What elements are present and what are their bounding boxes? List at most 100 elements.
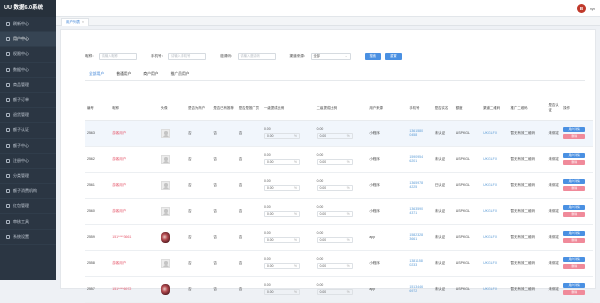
rate-input[interactable]: 0.00%	[316, 289, 353, 296]
percent-icon: %	[346, 134, 350, 138]
column-header: 一级提成比例	[261, 96, 315, 121]
avatar-placeholder-icon	[160, 154, 170, 164]
sidebar-item[interactable]: 额子订单	[0, 93, 56, 109]
rate-input[interactable]: 0.00%	[316, 211, 353, 218]
phone-number: 1590954 6201	[407, 146, 433, 173]
rate-box: 0.00 0.00%	[316, 283, 366, 296]
avatar[interactable]: B	[577, 4, 586, 13]
rate-box: 0.00 0.00%	[263, 205, 313, 218]
sidebar-item-label: 商品管理	[13, 81, 29, 87]
sidebar-item[interactable]: 数据中心	[0, 63, 56, 78]
verify-status: 未绑定	[546, 120, 562, 147]
phone-input[interactable]: 请输入手机号	[168, 53, 207, 60]
sidebar-item-label: 用户中心	[13, 36, 29, 42]
table-row[interactable]: 2563 游客用户否否否 0.00 0.00% 0.00 0.00% 小程序 1361580 …	[85, 120, 593, 147]
rate-input[interactable]: 0.00%	[316, 185, 353, 192]
user-detail-button[interactable]: 用户详情	[563, 179, 586, 184]
delete-user-button[interactable]: 删除	[563, 212, 586, 217]
rate-input[interactable]: 0.00%	[316, 263, 353, 270]
page-tab-user-list[interactable]: 用户列表 ×	[61, 18, 90, 26]
rate-input[interactable]: 0.00%	[263, 159, 300, 166]
rate-input[interactable]: 0.00%	[316, 237, 353, 244]
order-icon	[6, 98, 10, 103]
rate-box: 0.00 0.00%	[316, 153, 366, 166]
sidebar-item[interactable]: 审核工具	[0, 214, 56, 230]
user-detail-button[interactable]: 用户详情	[563, 257, 586, 262]
rate-input-value: 0.00	[266, 134, 274, 138]
rate-input-value: 0.00	[319, 238, 327, 242]
table-row[interactable]: 2562 游客用户否否否 0.00 0.00% 0.00 0.00% 小程序 1590954 …	[85, 146, 593, 173]
user-source: 小程序	[367, 120, 408, 147]
phone-number: 1363590 4371	[407, 198, 433, 225]
rate-input[interactable]: 0.00%	[316, 133, 353, 140]
filter-bar: 昵称： 请输入昵称 手机号： 请输入手机号 邀请码： 请输入邀请码 渠道来源： …	[85, 53, 402, 60]
channel-qr-code: UKGLFX	[481, 198, 509, 225]
user-detail-button[interactable]: 用户详情	[563, 205, 586, 210]
reset-button[interactable]: 重置	[385, 53, 402, 60]
column-header: 昵称	[110, 96, 159, 121]
rate-box: 0.00 0.00%	[316, 178, 366, 192]
sidebar-item-label: 权限中心	[13, 51, 29, 57]
delete-user-button[interactable]: 删除	[563, 290, 586, 295]
promo-qr-status: 暂无有效二维码	[508, 120, 547, 147]
sidebar-item[interactable]: 注册中心	[0, 154, 56, 169]
sidebar-item[interactable]: 权限中心	[0, 47, 56, 63]
delete-user-button[interactable]: 删除	[563, 160, 586, 165]
table-row[interactable]: 2561 游客用户否否否 0.00 0.00% 0.00 0.00% 小程序 1365978 …	[85, 172, 593, 199]
user-name[interactable]: nyx	[590, 7, 595, 11]
actions-cell: 用户详情 删除	[561, 120, 593, 147]
delete-user-button[interactable]: 删除	[563, 238, 586, 243]
user-detail-button[interactable]: 用户详情	[563, 153, 586, 158]
delete-user-button[interactable]: 删除	[563, 134, 586, 139]
user-detail-button[interactable]: 用户详情	[563, 127, 586, 132]
sidebar-item[interactable]: 用户中心	[0, 32, 56, 48]
sidebar-item[interactable]: 退货管理	[0, 108, 56, 124]
rate-input-value: 0.00	[266, 264, 274, 268]
close-icon[interactable]: ×	[82, 20, 84, 24]
nickname-input[interactable]: 请输入昵称	[98, 53, 137, 60]
rate-input[interactable]: 0.00%	[316, 159, 353, 166]
channel-qr-code: UKGLFX	[481, 224, 509, 251]
rate-input[interactable]: 0.00%	[263, 263, 300, 270]
user-detail-button[interactable]: 用户详情	[563, 231, 586, 236]
sidebar-item[interactable]: 额子消费机构	[0, 184, 56, 200]
table-row[interactable]: 2558 游客用户否否否 0.00 0.00% 0.00 0.00% 小程序 1381158 …	[85, 250, 593, 277]
avatar-cell	[158, 172, 187, 199]
delete-user-button[interactable]: 删除	[563, 264, 586, 269]
sidebar-item[interactable]: 商品管理	[0, 78, 56, 93]
table-row[interactable]: 2560 游客用户否否否 0.00 0.00% 0.00 0.00% 小程序 1363590 …	[85, 198, 593, 225]
rate-input[interactable]: 0.00%	[263, 211, 300, 218]
delete-user-button[interactable]: 删除	[563, 186, 586, 191]
user-nickname: 游客用户	[110, 198, 159, 225]
sidebar-item[interactable]: 额子认证	[0, 123, 56, 139]
sidebar-item[interactable]: 分类管理	[0, 169, 56, 185]
is-merchant: 否	[186, 250, 212, 277]
search-button[interactable]: 搜索	[364, 53, 382, 60]
rate-input[interactable]: 0.00%	[263, 237, 300, 244]
user-id: 2559	[85, 224, 111, 251]
sidebar-item-label: 注册中心	[13, 157, 29, 163]
verify-status: 未绑定	[546, 198, 562, 225]
percent-icon: %	[294, 212, 297, 216]
user-id: 2561	[85, 172, 111, 199]
sidebar-item[interactable]: 额子中心	[0, 139, 56, 154]
avatar-image	[160, 283, 170, 295]
percent-icon: %	[294, 160, 297, 164]
sidebar-item[interactable]: 红包管理	[0, 199, 56, 215]
source-select[interactable]: 全部 ⌄	[310, 53, 351, 60]
rate-input[interactable]: 0.00%	[263, 133, 300, 140]
sidebar-item[interactable]: 系统设置	[0, 230, 56, 245]
avatar-placeholder-icon	[160, 206, 170, 216]
user-detail-button[interactable]: 用户详情	[563, 283, 586, 288]
rate-current: 0.00	[316, 178, 324, 183]
realname-status: 未认证	[432, 120, 454, 147]
table-row[interactable]: 2559 151****3661 否否否 0.00 0.00% 0.00 0.00% app 1…	[85, 224, 593, 251]
rate-input[interactable]: 0.00%	[263, 185, 300, 192]
rate-input[interactable]: 0.00%	[263, 289, 300, 296]
sidebar-item[interactable]: 刷新中心	[0, 17, 56, 33]
invite-code-input[interactable]: 请输入邀请码	[237, 53, 276, 60]
rate-box: 0.00 0.00%	[263, 179, 313, 192]
main-panel: 昵称： 请输入昵称 手机号： 请输入手机号 邀请码： 请输入邀请码 渠道来源： …	[60, 29, 596, 303]
promo-qr-status: 暂无有效二维码	[508, 146, 547, 173]
level1-rate-cell: 0.00 0.00%	[261, 172, 315, 199]
